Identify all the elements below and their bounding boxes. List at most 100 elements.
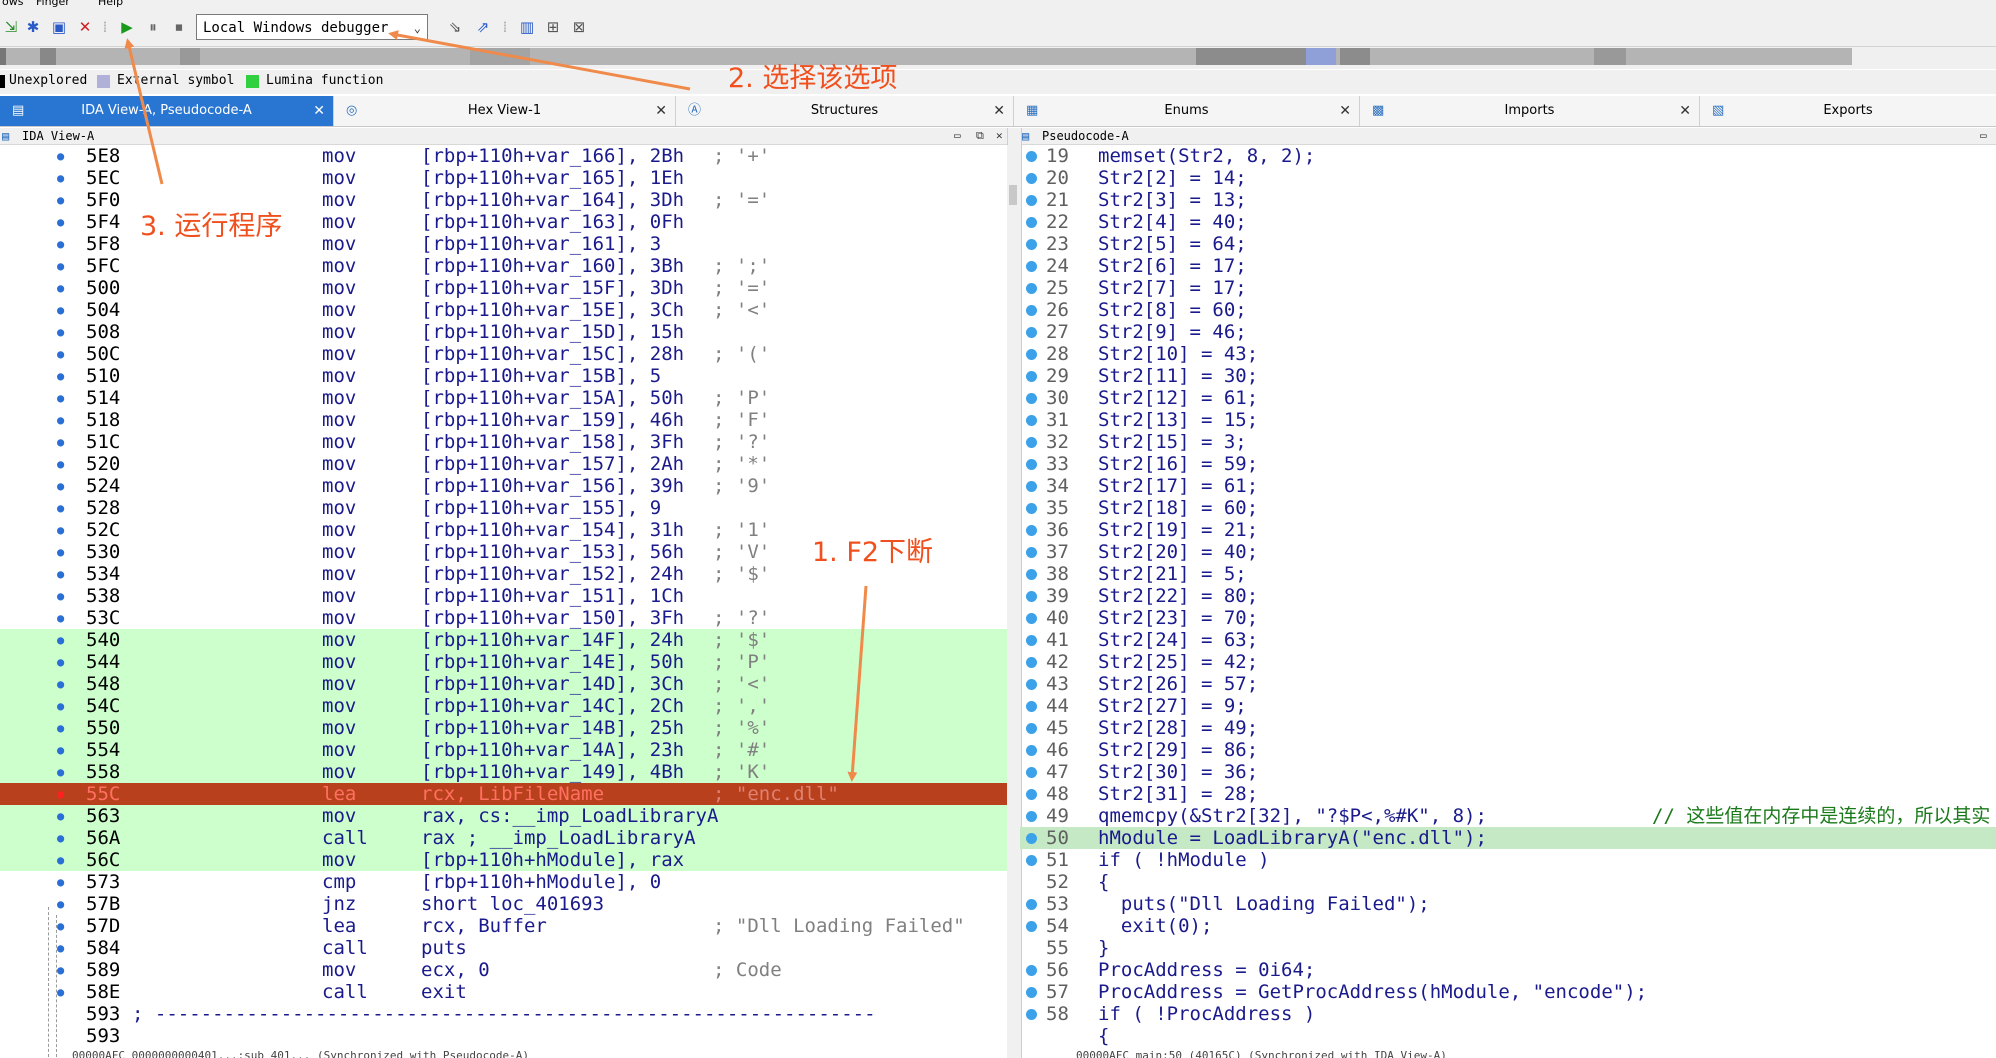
line-marker-icon[interactable]: ● xyxy=(57,959,64,981)
breakpoint-marker-icon[interactable] xyxy=(1026,547,1037,558)
line-marker-icon[interactable]: ● xyxy=(57,211,64,233)
line-marker-icon[interactable]: ● xyxy=(57,255,64,277)
pause-icon[interactable]: ⏸ xyxy=(144,18,162,36)
pseudocode-line[interactable]: 54 exit(0); xyxy=(1020,915,1996,937)
minimize-icon[interactable]: ▭ xyxy=(954,128,961,144)
line-marker-icon[interactable]: ● xyxy=(57,805,64,827)
line-marker-icon[interactable]: ● xyxy=(57,695,64,717)
line-marker-icon[interactable]: ● xyxy=(57,343,64,365)
breakpoint-marker-icon[interactable] xyxy=(1026,437,1037,448)
breakpoint-marker-icon[interactable] xyxy=(1026,503,1037,514)
debugger-select[interactable]: Local Windows debugger ⌄ xyxy=(196,14,428,40)
line-marker-icon[interactable]: ● xyxy=(57,761,64,783)
pseudocode-line[interactable]: 30 Str2[12] = 61; xyxy=(1020,387,1996,409)
breakpoint-marker-icon[interactable] xyxy=(1026,481,1037,492)
breakpoint-marker-icon[interactable] xyxy=(1026,965,1037,976)
line-marker-icon[interactable]: ● xyxy=(57,871,64,893)
breakpoint-marker-icon[interactable] xyxy=(1026,1009,1037,1020)
pseudocode-line[interactable]: 46 Str2[29] = 86; xyxy=(1020,739,1996,761)
pseudocode-view[interactable]: 19 memset(Str2, 8, 2); 20 Str2[2] = 14; 21 St… xyxy=(1020,145,1996,1058)
pseudocode-line[interactable]: 23 Str2[5] = 64; xyxy=(1020,233,1996,255)
minimize-icon[interactable]: ▭ xyxy=(1980,128,1987,144)
line-marker-icon[interactable]: ● xyxy=(57,541,64,563)
pseudocode-line[interactable]: 55} xyxy=(1020,937,1996,959)
line-marker-icon[interactable]: ● xyxy=(57,717,64,739)
line-marker-icon[interactable]: ● xyxy=(57,167,64,189)
step-into-icon[interactable]: ⇘ xyxy=(446,18,464,36)
disasm-line[interactable]: ● 548 mov [rbp+110h+var_14D], 3Ch ; '<' xyxy=(0,673,1007,695)
line-marker-icon[interactable]: ● xyxy=(57,915,64,937)
breakpoint-marker-icon[interactable] xyxy=(1026,767,1037,778)
line-marker-icon[interactable]: ● xyxy=(57,387,64,409)
line-marker-icon[interactable]: ● xyxy=(57,937,64,959)
pseudocode-line[interactable]: 32 Str2[15] = 3; xyxy=(1020,431,1996,453)
line-marker-icon[interactable]: ● xyxy=(57,893,64,915)
pseudocode-line[interactable]: 22 Str2[4] = 40; xyxy=(1020,211,1996,233)
breakpoint-marker-icon[interactable] xyxy=(1026,371,1037,382)
menu-item-help[interactable]: Help xyxy=(98,0,123,8)
breakpoint-marker-icon[interactable] xyxy=(1026,195,1037,206)
line-marker-icon[interactable]: ● xyxy=(57,145,64,167)
disasm-line[interactable]: ● 554 mov [rbp+110h+var_14A], 23h ; '#' xyxy=(0,739,1007,761)
line-marker-icon[interactable]: ● xyxy=(57,607,64,629)
breakpoint-marker-icon[interactable] xyxy=(1026,591,1037,602)
disassembly-view[interactable]: ● 5E8 mov [rbp+110h+var_166], 2Bh ; '+' ● 5EC m… xyxy=(0,145,1007,1058)
disasm-line[interactable]: ● 56A call rax ; __imp_LoadLibraryA xyxy=(0,827,1007,849)
attach-icon[interactable]: ⇲ xyxy=(2,18,20,36)
breakpoint-marker-icon[interactable] xyxy=(1026,811,1037,822)
pseudocode-line[interactable]: 21 Str2[3] = 13; xyxy=(1020,189,1996,211)
modules-icon[interactable]: ⊠ xyxy=(570,18,588,36)
breakpoint-marker-icon[interactable] xyxy=(1026,987,1037,998)
plugin-icon[interactable]: ✱ xyxy=(24,18,42,36)
scrollbar-thumb[interactable] xyxy=(1009,185,1017,205)
breakpoint-marker-icon[interactable] xyxy=(1026,789,1037,800)
breakpoint-marker-icon[interactable] xyxy=(1026,283,1037,294)
pseudocode-line[interactable]: 26 Str2[8] = 60; xyxy=(1020,299,1996,321)
tab-imports[interactable]: ▩ Imports ✕ xyxy=(1360,96,1700,126)
line-marker-icon[interactable]: ● xyxy=(57,497,64,519)
pseudocode-line[interactable]: 36 Str2[19] = 21; xyxy=(1020,519,1996,541)
pseudocode-line[interactable]: 31 Str2[13] = 15; xyxy=(1020,409,1996,431)
breakpoints-icon[interactable]: ▥ xyxy=(518,18,536,36)
breakpoint-marker-icon[interactable] xyxy=(1026,525,1037,536)
pseudocode-line[interactable]: 40 Str2[23] = 70; xyxy=(1020,607,1996,629)
pseudocode-line[interactable]: 27 Str2[9] = 46; xyxy=(1020,321,1996,343)
disasm-line[interactable]: ● 54C mov [rbp+110h+var_14C], 2Ch ; ',' xyxy=(0,695,1007,717)
disasm-line[interactable]: ● 540 mov [rbp+110h+var_14F], 24h ; '$' xyxy=(0,629,1007,651)
line-marker-icon[interactable]: ● xyxy=(57,739,64,761)
line-marker-icon[interactable]: ● xyxy=(57,673,64,695)
pseudocode-line[interactable]: 29 Str2[11] = 30; xyxy=(1020,365,1996,387)
disasm-line[interactable]: ● 544 mov [rbp+110h+var_14E], 50h ; 'P' xyxy=(0,651,1007,673)
pseudocode-line[interactable]: 33 Str2[16] = 59; xyxy=(1020,453,1996,475)
breakpoint-marker-icon[interactable] xyxy=(1026,833,1037,844)
line-marker-icon[interactable]: ● xyxy=(57,299,64,321)
line-marker-icon[interactable]: ● xyxy=(57,651,64,673)
line-marker-icon[interactable]: ● xyxy=(57,519,64,541)
pseudocode-line[interactable]: 25 Str2[7] = 17; xyxy=(1020,277,1996,299)
pseudocode-line[interactable]: 48 Str2[31] = 28; xyxy=(1020,783,1996,805)
restore-icon[interactable]: ⧉ xyxy=(976,128,984,144)
line-marker-icon[interactable]: ● xyxy=(57,563,64,585)
breakpoint-marker-icon[interactable] xyxy=(1026,723,1037,734)
navigation-strip[interactable] xyxy=(0,48,1852,65)
pseudocode-line[interactable]: 38 Str2[21] = 5; xyxy=(1020,563,1996,585)
breakpoint-marker-icon[interactable] xyxy=(1026,459,1037,470)
pseudocode-line[interactable]: 51 if ( !hModule ) xyxy=(1020,849,1996,871)
pseudocode-line[interactable]: 42 Str2[25] = 42; xyxy=(1020,651,1996,673)
line-marker-icon[interactable]: ● xyxy=(57,629,64,651)
breakpoint-marker-icon[interactable] xyxy=(1026,657,1037,668)
pseudocode-line[interactable]: 28 Str2[10] = 43; xyxy=(1020,343,1996,365)
pseudocode-line[interactable]: 44 Str2[27] = 9; xyxy=(1020,695,1996,717)
pseudocode-line[interactable]: 52 { xyxy=(1020,871,1996,893)
graph-icon[interactable]: ▣ xyxy=(50,18,68,36)
line-marker-icon[interactable]: ● xyxy=(57,189,64,211)
tab-structures[interactable]: Ⓐ Structures ✕ xyxy=(676,96,1014,126)
breakpoint-marker-icon[interactable] xyxy=(1026,899,1037,910)
close-icon[interactable]: ✕ xyxy=(655,96,667,126)
pseudocode-line[interactable]: 58 if ( !ProcAddress ) xyxy=(1020,1003,1996,1025)
line-marker-icon[interactable]: ● xyxy=(57,233,64,255)
breakpoint-icon[interactable]: ● xyxy=(57,783,64,805)
pseudocode-line[interactable]: 56 ProcAddress = 0i64; xyxy=(1020,959,1996,981)
pseudocode-line[interactable]: 37 Str2[20] = 40; xyxy=(1020,541,1996,563)
line-marker-icon[interactable]: ● xyxy=(57,849,64,871)
